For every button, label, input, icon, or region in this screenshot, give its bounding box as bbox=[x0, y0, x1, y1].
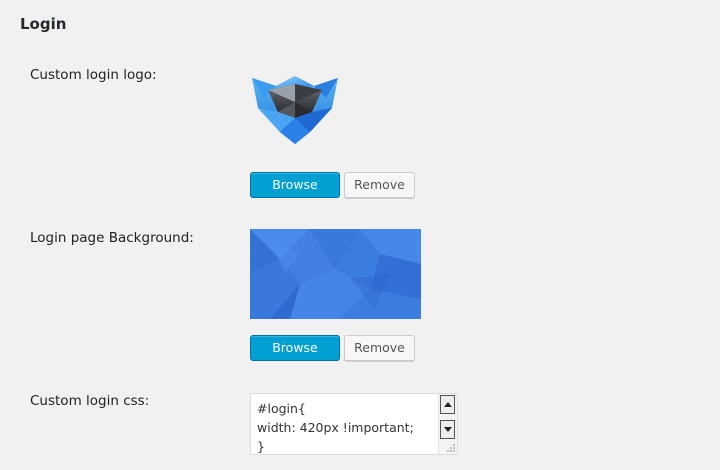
resize-grip-icon[interactable] bbox=[446, 443, 456, 453]
arrow-down-icon bbox=[444, 427, 452, 432]
logo-remove-button[interactable]: Remove bbox=[344, 172, 415, 198]
login-logo-preview bbox=[250, 74, 340, 146]
background-remove-button[interactable]: Remove bbox=[344, 335, 415, 361]
background-field-label: Login page Background: bbox=[30, 230, 194, 246]
custom-css-textarea[interactable]: #login{ width: 420px !important; } bbox=[250, 393, 458, 455]
logo-image bbox=[252, 76, 338, 144]
settings-page: Login Custom login logo: Browse Remove L… bbox=[0, 0, 720, 470]
custom-css-text: #login{ width: 420px !important; } bbox=[257, 401, 414, 454]
css-field-label: Custom login css: bbox=[30, 393, 150, 409]
arrow-up-icon bbox=[444, 402, 452, 407]
logo-browse-button[interactable]: Browse bbox=[250, 172, 340, 198]
background-browse-button[interactable]: Browse bbox=[250, 335, 340, 361]
logo-field-label: Custom login logo: bbox=[30, 67, 157, 83]
background-image bbox=[250, 229, 421, 319]
scroll-down-button[interactable] bbox=[440, 420, 455, 439]
scroll-up-button[interactable] bbox=[440, 395, 455, 414]
section-title: Login bbox=[20, 15, 67, 33]
background-preview bbox=[250, 229, 421, 319]
